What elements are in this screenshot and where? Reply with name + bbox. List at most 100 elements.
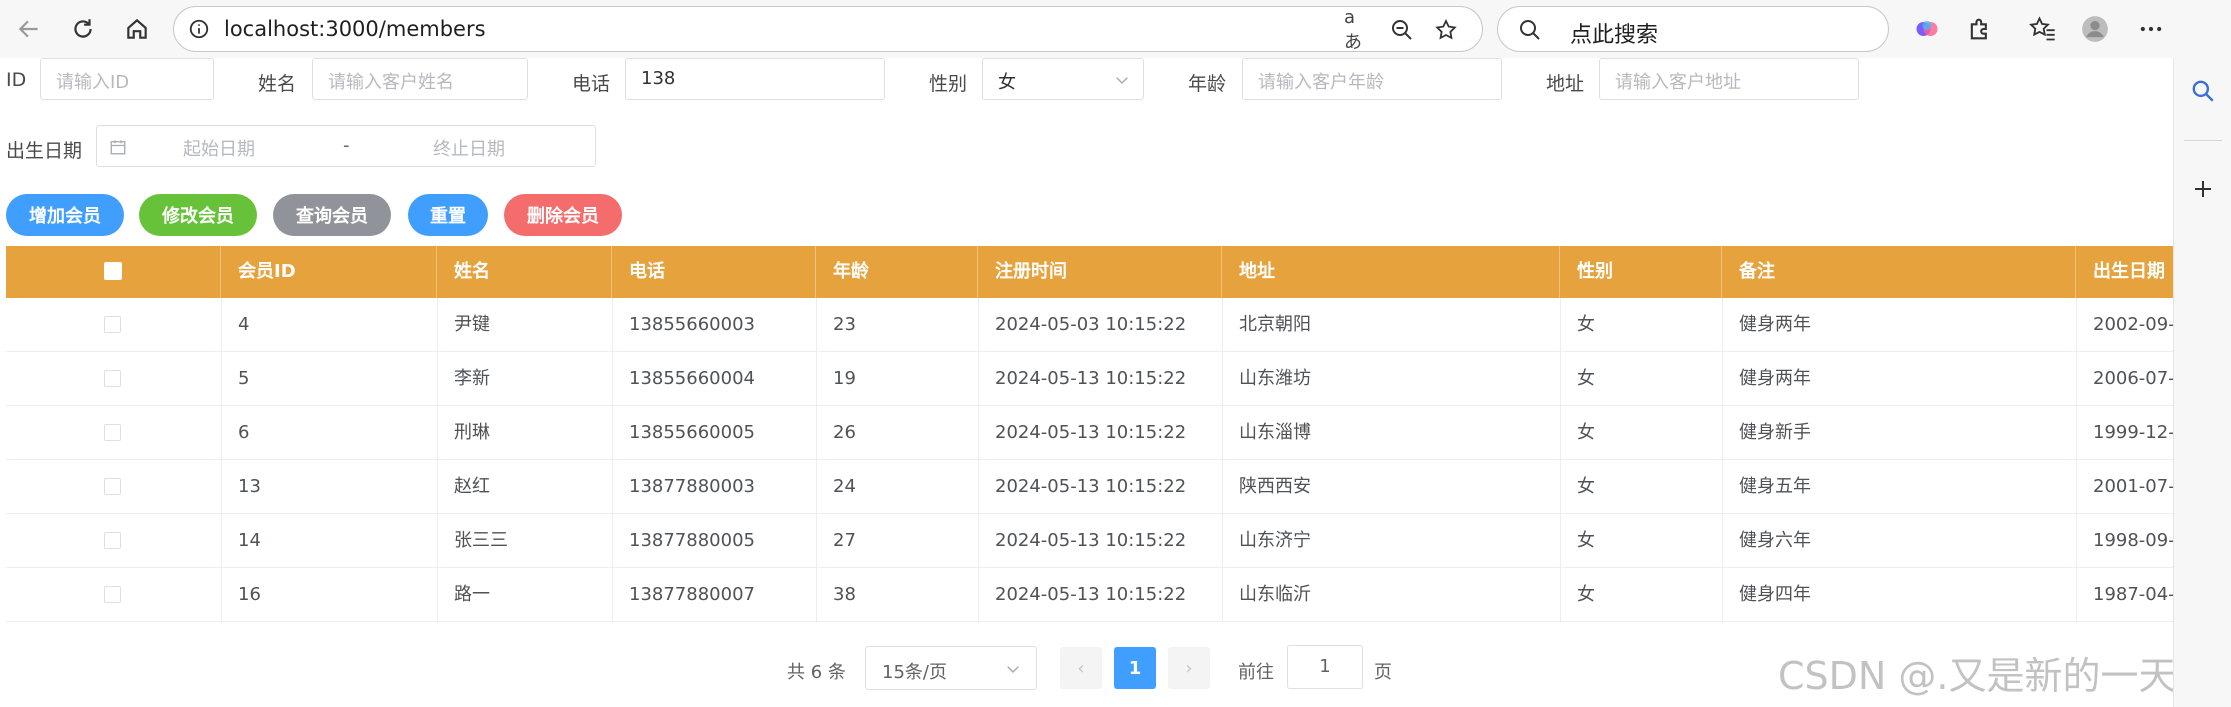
id-input[interactable]: 请输入ID: [40, 58, 214, 100]
table-row[interactable]: 4 尹键 13855660003 23 2024-05-03 10:15:22 北京朝阳 女…: [6, 298, 2173, 352]
more-button[interactable]: [2134, 12, 2168, 46]
filter-gender-label: 性别: [929, 73, 968, 95]
next-page-button[interactable]: ›: [1168, 647, 1210, 689]
delete-member-button[interactable]: 删除会员: [504, 194, 622, 236]
column-header[interactable]: 年龄: [816, 246, 978, 298]
column-divider: [816, 298, 817, 622]
read-aloud-button[interactable]: aあ: [1344, 7, 1372, 53]
birth-end-placeholder[interactable]: 终止日期: [433, 135, 505, 161]
page-number-1[interactable]: 1: [1114, 647, 1156, 689]
gender-select[interactable]: 女: [982, 58, 1144, 100]
home-button[interactable]: [118, 10, 156, 48]
table-cell-age: 19: [833, 368, 856, 389]
extensions-button[interactable]: [1963, 12, 1997, 46]
filter-phone-label: 电话: [572, 73, 611, 95]
profile-button[interactable]: [2078, 12, 2112, 46]
search-placeholder[interactable]: 点此搜索: [1570, 17, 1658, 49]
edit-member-button[interactable]: 修改会员: [139, 194, 257, 236]
column-header[interactable]: 电话: [612, 246, 816, 298]
filter-birth-label: 出生日期: [6, 140, 83, 162]
address-input-placeholder: 请输入客户地址: [1615, 72, 1741, 93]
sidebar-add-button[interactable]: [2188, 174, 2218, 204]
favorite-button[interactable]: [1432, 16, 1460, 44]
column-header[interactable]: 地址: [1222, 246, 1560, 298]
goto-label: 前往: [1238, 662, 1274, 683]
column-header[interactable]: 出生日期: [2076, 246, 2173, 298]
copilot-icon: [1916, 20, 1938, 36]
search-box[interactable]: 点此搜索: [1497, 6, 1889, 52]
column-divider: [437, 298, 438, 622]
page-size-select[interactable]: 15条/页: [865, 646, 1037, 690]
table-cell-reg: 2024-05-13 10:15:22: [995, 476, 1187, 497]
table-cell-birth: 1998-09-2: [2093, 530, 2173, 551]
favorites-button[interactable]: [2026, 12, 2060, 46]
name-input[interactable]: 请输入客户姓名: [312, 58, 528, 100]
column-header[interactable]: 备注: [1722, 246, 2076, 298]
column-header[interactable]: 性别: [1560, 246, 1722, 298]
search-icon: [2192, 80, 2214, 102]
query-member-button[interactable]: 查询会员: [273, 194, 391, 236]
copilot-button[interactable]: [1910, 12, 1944, 46]
address-input[interactable]: 请输入客户地址: [1599, 58, 1859, 100]
table-cell-birth: 1999-12-0: [2093, 422, 2173, 443]
table-row[interactable]: 5 李新 13855660004 19 2024-05-13 10:15:22 山东潍坊 女…: [6, 352, 2173, 406]
table-cell-gender: 女: [1577, 584, 1595, 605]
birth-date-range[interactable]: 起始日期 - 终止日期: [96, 125, 596, 167]
page-suffix: 页: [1374, 662, 1392, 683]
goto-page-input[interactable]: 1: [1287, 645, 1363, 689]
phone-input-value: 138: [641, 68, 676, 89]
table-cell-note: 健身两年: [1739, 368, 1811, 389]
calendar-icon: [110, 140, 126, 155]
column-divider: [612, 298, 613, 622]
filter-name-label: 姓名: [258, 73, 297, 95]
column-divider: [978, 298, 979, 622]
column-divider: [1222, 298, 1223, 622]
sidebar-search-button[interactable]: [2188, 76, 2218, 106]
column-header[interactable]: 会员ID: [221, 246, 437, 298]
url-text[interactable]: localhost:3000/members: [224, 17, 486, 41]
select-all-checkbox[interactable]: [104, 262, 122, 280]
table-row[interactable]: 16 路一 13877880007 38 2024-05-13 10:15:22 山东临沂…: [6, 568, 2173, 622]
table-cell-age: 27: [833, 530, 856, 551]
table-cell-reg: 2024-05-13 10:15:22: [995, 530, 1187, 551]
column-header[interactable]: 注册时间: [978, 246, 1222, 298]
column-divider: [1560, 298, 1561, 622]
sidebar-divider: [2184, 140, 2222, 141]
zoom-out-button[interactable]: [1388, 16, 1416, 44]
home-icon: [127, 18, 147, 39]
row-checkbox[interactable]: [104, 316, 121, 333]
table-cell-note: 健身六年: [1739, 530, 1811, 551]
birth-start-placeholder[interactable]: 起始日期: [183, 135, 255, 161]
phone-input[interactable]: 138: [625, 58, 885, 100]
refresh-icon: [74, 19, 92, 38]
add-member-button[interactable]: 增加会员: [6, 194, 124, 236]
row-checkbox[interactable]: [104, 424, 121, 441]
age-input[interactable]: 请输入客户年龄: [1242, 58, 1502, 100]
favorites-icon: [2029, 16, 2055, 41]
table-row[interactable]: 13 赵红 13877880003 24 2024-05-13 10:15:22 陕西西安…: [6, 460, 2173, 514]
info-icon[interactable]: [188, 18, 210, 40]
table-cell-gender: 女: [1577, 530, 1595, 551]
table-cell-addr: 山东潍坊: [1239, 368, 1311, 389]
table-cell-age: 26: [833, 422, 856, 443]
browser-sidebar: [2173, 58, 2231, 707]
row-checkbox[interactable]: [104, 532, 121, 549]
address-bar[interactable]: localhost:3000/members aあ: [173, 6, 1483, 53]
row-checkbox[interactable]: [104, 586, 121, 603]
row-checkbox[interactable]: [104, 478, 121, 495]
table-header: 会员ID 姓名 电话 年龄 注册时间 地址 性别 备注 出生日期: [6, 246, 2173, 298]
row-checkbox[interactable]: [104, 370, 121, 387]
name-input-placeholder: 请输入客户姓名: [328, 72, 454, 93]
browser-toolbar: localhost:3000/members aあ 点此搜索: [0, 0, 2231, 58]
table-row[interactable]: 6 刑琳 13855660005 26 2024-05-13 10:15:22 山东淄博 女…: [6, 406, 2173, 460]
chevron-down-icon: [1007, 666, 1019, 674]
back-button[interactable]: [10, 10, 48, 48]
column-header[interactable]: 姓名: [437, 246, 612, 298]
refresh-button[interactable]: [64, 10, 102, 48]
table-row[interactable]: 14 张三三 13877880005 27 2024-05-13 10:15:22 山东济…: [6, 514, 2173, 568]
reset-button[interactable]: 重置: [408, 194, 488, 236]
table-cell-phone: 13877880005: [629, 530, 755, 551]
table-cell-gender: 女: [1577, 422, 1595, 443]
table-cell-phone: 13855660004: [629, 368, 755, 389]
prev-page-button[interactable]: ‹: [1060, 647, 1102, 689]
